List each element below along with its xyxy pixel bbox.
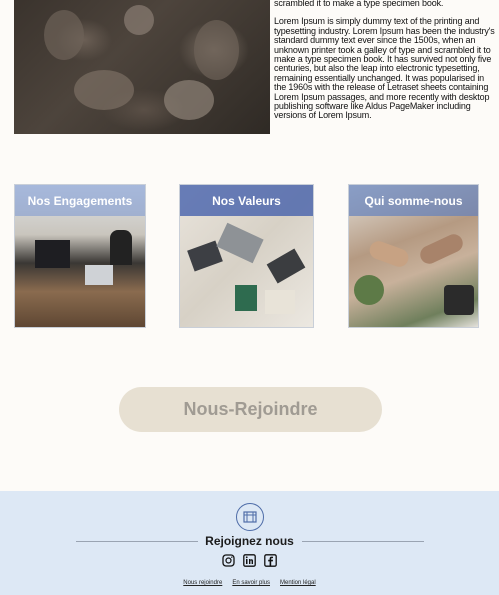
footer-divider-right xyxy=(302,541,424,542)
card-engagements-label: Nos Engagements xyxy=(15,185,145,216)
footer-link-nous-rejoindre[interactable]: Nous rejoindre xyxy=(183,580,222,586)
footer-title: Rejoignez nous xyxy=(205,534,294,548)
card-valeurs[interactable]: Nos Valeurs xyxy=(179,184,314,328)
footer-links: Nous rejoindre En savoir plus Mention lé… xyxy=(0,580,499,586)
hero-text: scrambled it to make a type specimen boo… xyxy=(274,0,496,121)
nous-rejoindre-button[interactable]: Nous-Rejoindre xyxy=(119,387,382,432)
footer: Rejoignez nous Nous rejoindre En savoir … xyxy=(0,491,499,595)
instagram-icon[interactable] xyxy=(222,554,235,567)
card-qui-sommes-nous[interactable]: Qui somme-nous xyxy=(348,184,479,328)
footer-link-mention-legal[interactable]: Mention légal xyxy=(280,580,316,586)
hero-top-line: scrambled it to make a type specimen boo… xyxy=(274,0,444,8)
social-links xyxy=(0,554,499,567)
card-engagements[interactable]: Nos Engagements xyxy=(14,184,146,328)
hero-paragraph: Lorem Ipsum is simply dummy text of the … xyxy=(274,16,495,121)
linkedin-icon[interactable] xyxy=(243,554,256,567)
card-valeurs-label: Nos Valeurs xyxy=(180,185,313,216)
card-qui-sommes-nous-label: Qui somme-nous xyxy=(349,185,478,216)
facebook-icon[interactable] xyxy=(264,554,277,567)
footer-link-en-savoir-plus[interactable]: En savoir plus xyxy=(232,580,270,586)
logo-icon xyxy=(236,503,264,531)
hero-photo xyxy=(14,0,270,134)
